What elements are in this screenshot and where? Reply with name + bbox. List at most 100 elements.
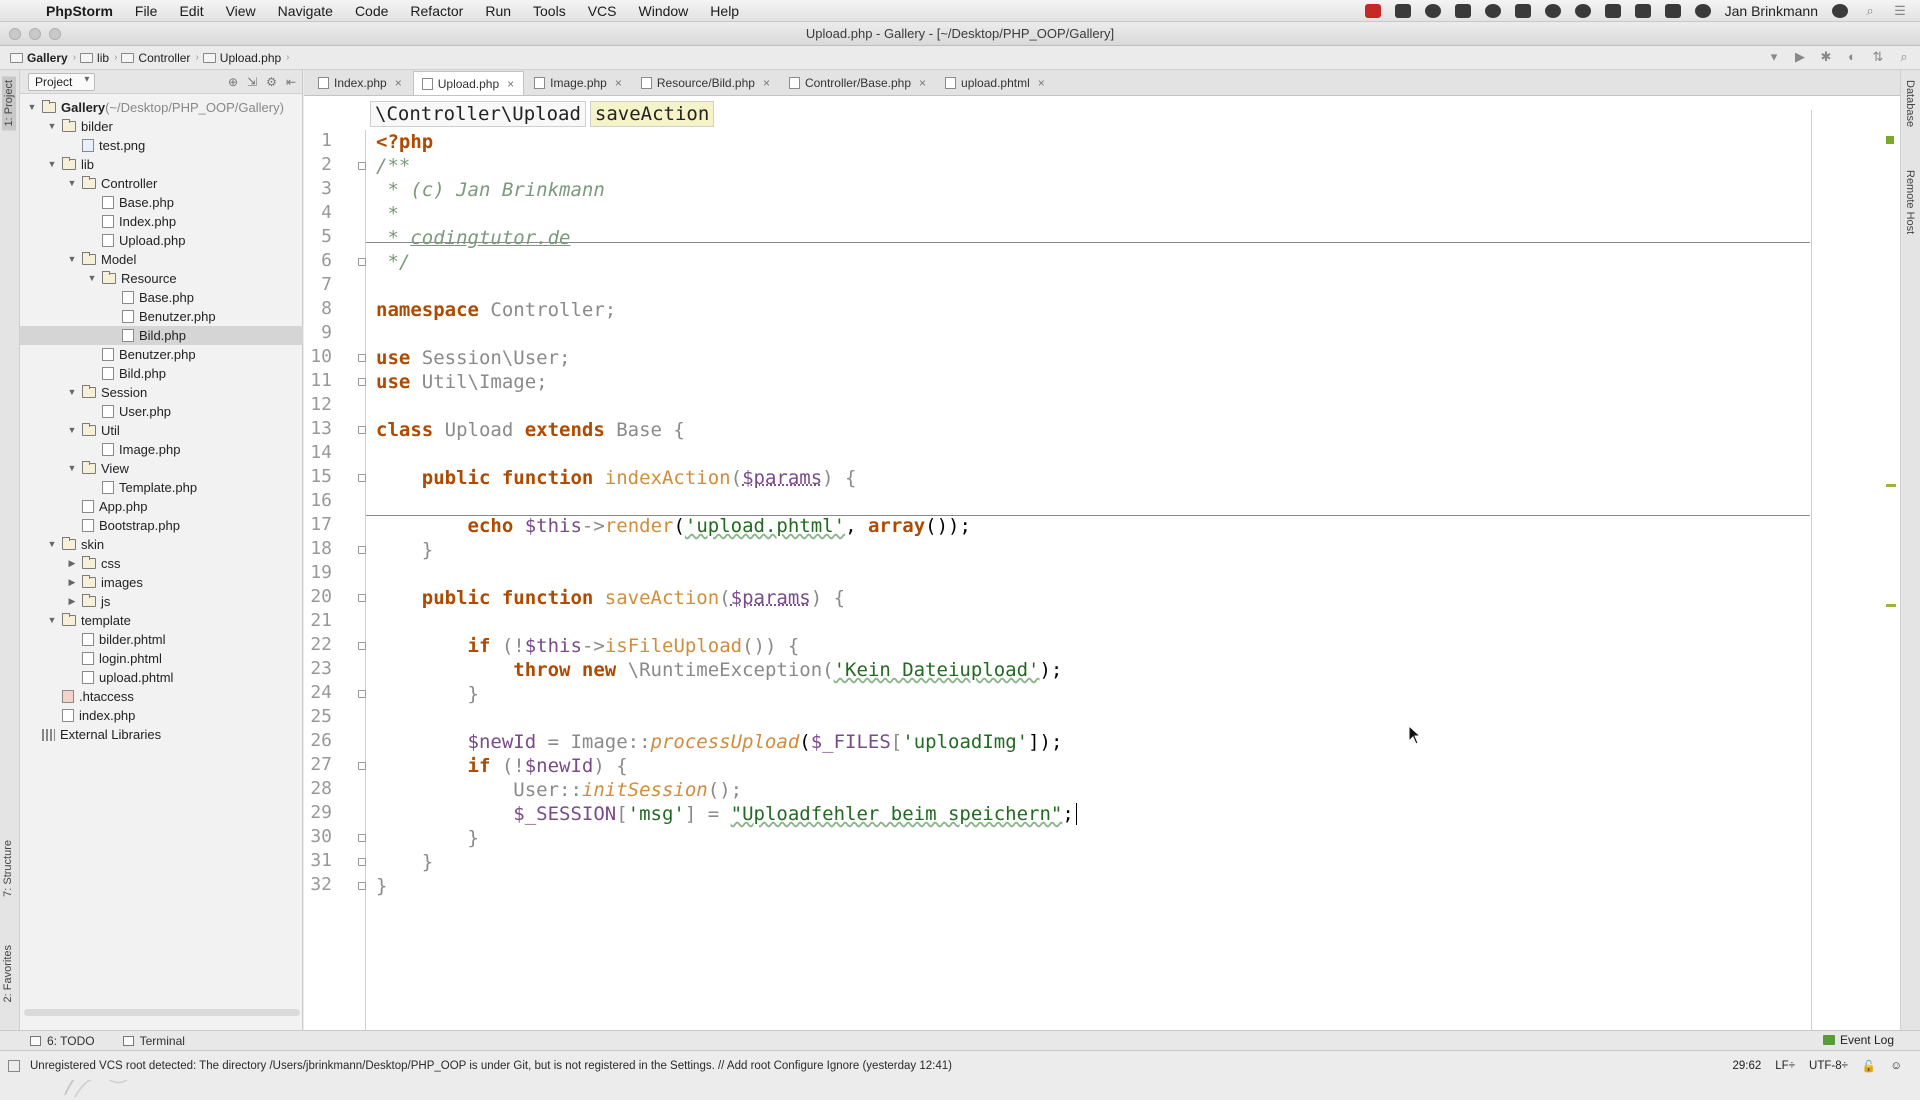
- line-number[interactable]: 14: [304, 442, 332, 463]
- line-number[interactable]: 32: [304, 874, 332, 895]
- close-tab-icon[interactable]: ×: [507, 77, 514, 91]
- line-number[interactable]: 22: [304, 634, 332, 655]
- tree-item[interactable]: External Libraries: [20, 725, 303, 744]
- editor-tab[interactable]: upload.phtml ×: [937, 71, 1054, 95]
- record-icon[interactable]: [1364, 4, 1381, 18]
- toggle-tool-windows-icon[interactable]: [8, 1059, 20, 1072]
- locate-icon[interactable]: ⊕: [228, 75, 238, 89]
- run-icon[interactable]: ▶: [1792, 49, 1808, 65]
- close-tab-icon[interactable]: ×: [763, 76, 770, 90]
- coverage-icon[interactable]: ◐: [1844, 49, 1860, 65]
- tree-item[interactable]: Bild.php: [20, 364, 303, 383]
- collapse-arrow-icon[interactable]: ▶: [66, 554, 78, 573]
- tree-item[interactable]: upload.phtml: [20, 668, 303, 687]
- editor-tab[interactable]: Index.php ×: [310, 71, 411, 95]
- line-number[interactable]: 7: [304, 274, 332, 295]
- user-icon[interactable]: [1832, 4, 1848, 18]
- close-tab-icon[interactable]: ×: [919, 76, 926, 90]
- line-number[interactable]: 16: [304, 490, 332, 511]
- comment-link[interactable]: codingtutor.de: [410, 227, 570, 249]
- fold-marker-icon[interactable]: [358, 690, 366, 698]
- editor-tab[interactable]: Resource/Bild.php ×: [633, 71, 779, 95]
- fold-marker-icon[interactable]: [358, 354, 366, 362]
- tree-item[interactable]: Benutzer.php: [20, 307, 303, 326]
- tool-tab-remote-host[interactable]: Remote Host: [1904, 170, 1916, 234]
- breadcrumb-lib[interactable]: lib ›: [80, 51, 117, 65]
- tool-tab-favorites[interactable]: 2: Favorites: [2, 945, 14, 1002]
- expand-arrow-icon[interactable]: ▼: [46, 155, 58, 174]
- line-number[interactable]: 5: [304, 226, 332, 247]
- dropbox-icon[interactable]: [1394, 4, 1411, 18]
- line-number[interactable]: 11: [304, 370, 332, 391]
- line-number[interactable]: 25: [304, 706, 332, 727]
- tree-item[interactable]: index.php: [20, 706, 303, 725]
- line-number[interactable]: 27: [304, 754, 332, 775]
- tree-item[interactable]: ▼ View: [20, 459, 303, 478]
- tree-item[interactable]: Bild.php: [20, 326, 303, 345]
- breadcrumb-gallery[interactable]: Gallery ›: [10, 51, 76, 65]
- bookmark-icon[interactable]: [1514, 4, 1531, 18]
- expand-arrow-icon[interactable]: ▼: [46, 535, 58, 554]
- tree-item[interactable]: ▼ Controller: [20, 174, 303, 193]
- tree-item[interactable]: ▼ Util: [20, 421, 303, 440]
- line-number[interactable]: 31: [304, 850, 332, 871]
- tree-item[interactable]: .htaccess: [20, 687, 303, 706]
- plugin-icon[interactable]: [1454, 4, 1471, 18]
- menu-view[interactable]: View: [226, 3, 256, 19]
- tool-tab-todo[interactable]: 6: TODO: [30, 1034, 95, 1048]
- tree-item[interactable]: ▼ skin: [20, 535, 303, 554]
- tree-item[interactable]: Template.php: [20, 478, 303, 497]
- tree-item[interactable]: Image.php: [20, 440, 303, 459]
- tree-item[interactable]: Bootstrap.php: [20, 516, 303, 535]
- clock-icon[interactable]: [1694, 4, 1711, 18]
- fold-marker-icon[interactable]: [358, 858, 366, 866]
- editor-tab[interactable]: Controller/Base.php ×: [781, 71, 935, 95]
- menu-code[interactable]: Code: [355, 3, 388, 19]
- fold-marker-icon[interactable]: [358, 882, 366, 890]
- tree-item[interactable]: App.php: [20, 497, 303, 516]
- menu-help[interactable]: Help: [710, 3, 739, 19]
- change-marker[interactable]: [1886, 484, 1896, 487]
- expand-arrow-icon[interactable]: ▼: [66, 421, 78, 440]
- fold-marker-icon[interactable]: [358, 258, 366, 266]
- tool-tab-event-log[interactable]: Event Log: [1822, 1033, 1894, 1047]
- tree-item[interactable]: bilder.phtml: [20, 630, 303, 649]
- line-number[interactable]: 30: [304, 826, 332, 847]
- code-editor[interactable]: \Controller\Upload saveAction 1234567891…: [304, 96, 1900, 1040]
- expand-arrow-icon[interactable]: ▼: [46, 117, 58, 136]
- line-number-gutter[interactable]: 1 2 3 4 5 6 7 8 9 10 11 12 13 14 15 16 17 18 19 20 21 22 23 24 2…: [304, 130, 366, 1030]
- menu-tools[interactable]: Tools: [533, 3, 566, 19]
- tree-item[interactable]: login.phtml: [20, 649, 303, 668]
- project-horizontal-scrollbar[interactable]: [24, 1009, 300, 1016]
- fold-marker-icon[interactable]: [358, 762, 366, 770]
- evernote-icon[interactable]: [1574, 4, 1591, 18]
- debug-icon[interactable]: ✱: [1818, 49, 1834, 65]
- line-separator[interactable]: LF÷: [1775, 1060, 1795, 1072]
- expand-arrow-icon[interactable]: ▼: [26, 98, 38, 117]
- line-number[interactable]: 23: [304, 658, 332, 679]
- tree-item[interactable]: ▼ Session: [20, 383, 303, 402]
- menu-vcs[interactable]: VCS: [588, 3, 617, 19]
- info-icon[interactable]: [1484, 4, 1501, 18]
- expand-arrow-icon[interactable]: ▼: [66, 174, 78, 193]
- user-name[interactable]: Jan Brinkmann: [1725, 3, 1818, 19]
- line-number[interactable]: 24: [304, 682, 332, 703]
- menu-app-name[interactable]: PhpStorm: [46, 3, 113, 19]
- line-number[interactable]: 28: [304, 778, 332, 799]
- tree-item[interactable]: test.png: [20, 136, 303, 155]
- line-number[interactable]: 26: [304, 730, 332, 751]
- tree-item[interactable]: ▶ images: [20, 573, 303, 592]
- tree-item[interactable]: ▶ js: [20, 592, 303, 611]
- tree-item[interactable]: Upload.php: [20, 231, 303, 250]
- notification-center-icon[interactable]: ☰: [1892, 3, 1908, 19]
- caret-position[interactable]: 29:62: [1733, 1060, 1762, 1072]
- tree-item[interactable]: ▼ Model: [20, 250, 303, 269]
- line-number[interactable]: 4: [304, 202, 332, 223]
- line-number[interactable]: 29: [304, 802, 332, 823]
- fold-marker-icon[interactable]: [358, 594, 366, 602]
- tree-item[interactable]: Index.php: [20, 212, 303, 231]
- tree-item[interactable]: Base.php: [20, 193, 303, 212]
- apple-menu-icon[interactable]: [12, 3, 28, 19]
- tree-item[interactable]: Base.php: [20, 288, 303, 307]
- line-number[interactable]: 12: [304, 394, 332, 415]
